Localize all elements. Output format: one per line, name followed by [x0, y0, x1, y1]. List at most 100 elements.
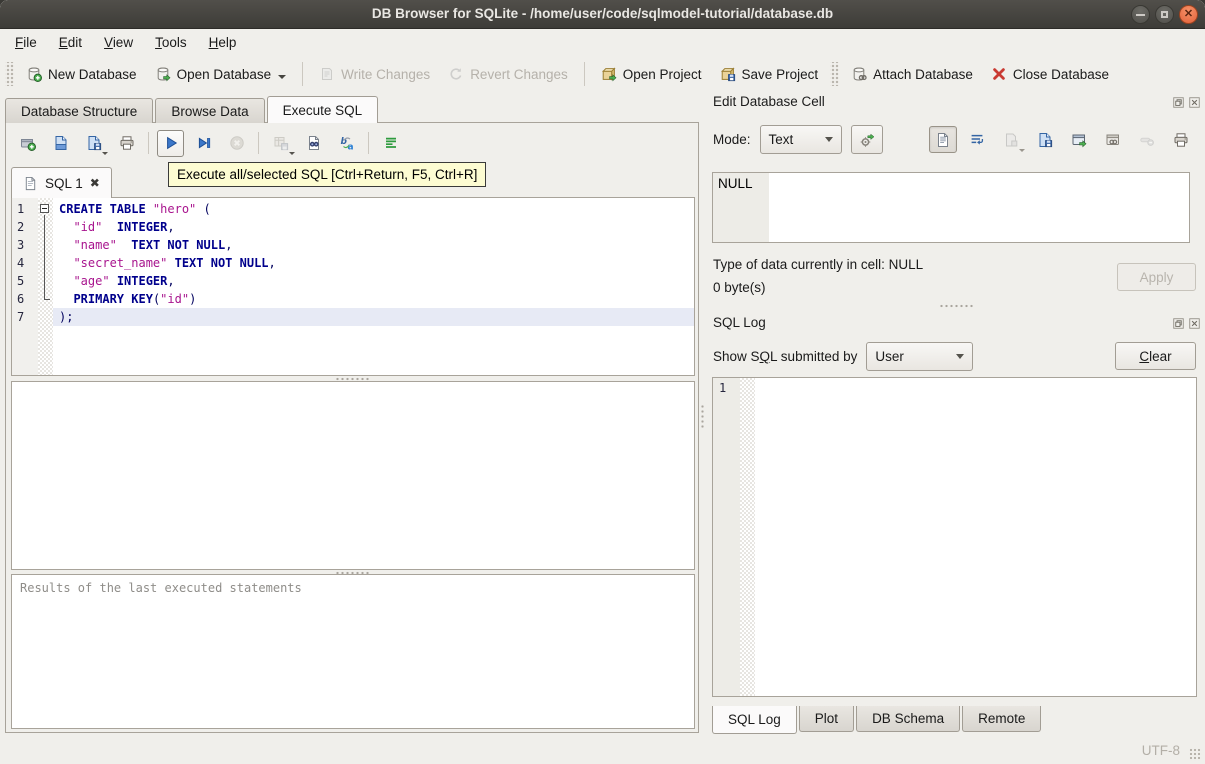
db-open-icon	[155, 66, 171, 82]
editor-line-6[interactable]: 6 PRIMARY KEY("id")	[12, 290, 694, 308]
sql-tab-label: SQL 1	[45, 175, 83, 191]
editor-line-4[interactable]: 4 "secret_name" TEXT NOT NULL,	[12, 254, 694, 272]
attach-database-button[interactable]: Attach Database	[842, 61, 982, 87]
execute-current-line-button[interactable]	[190, 130, 217, 157]
main-toolbar: New Database Open Database Write Changes Re…	[0, 56, 1205, 92]
close-database-button[interactable]: Close Database	[982, 61, 1118, 87]
title-bar: DB Browser for SQLite - /home/user/code/…	[0, 0, 1205, 29]
execute-sql-panel: ba SQL 1 ✖ 1 CREATE TABLE "hero" (2 "id" …	[5, 122, 699, 733]
dock-tab-plot[interactable]: Plot	[798, 706, 855, 732]
tab-database-structure[interactable]: Database Structure	[5, 98, 154, 123]
execute-all-button[interactable]	[157, 129, 184, 157]
export-data-button[interactable]	[1031, 126, 1059, 153]
word-wrap-button[interactable]	[963, 126, 991, 153]
maximize-button[interactable]	[1155, 5, 1174, 24]
sql-file-icon	[23, 176, 38, 191]
float-dock-icon[interactable]	[1172, 317, 1185, 330]
menu-view[interactable]: View	[93, 30, 144, 56]
open-project-label: Open Project	[622, 66, 702, 82]
chevron-down-icon	[824, 137, 833, 142]
open-linked-window-button[interactable]	[1099, 126, 1127, 153]
cell-toolbar	[929, 126, 1195, 153]
execute-tooltip: Execute all/selected SQL [Ctrl+Return, F…	[168, 162, 487, 187]
minimize-button[interactable]	[1131, 5, 1150, 24]
menu-edit[interactable]: Edit	[48, 30, 93, 56]
open-database-button[interactable]: Open Database	[146, 61, 296, 87]
apply-mode-button[interactable]	[850, 125, 883, 154]
stop-execution-button[interactable]	[223, 130, 250, 157]
find-button[interactable]	[300, 130, 327, 157]
float-dock-icon[interactable]	[1172, 96, 1185, 109]
sql-tab-close-icon[interactable]: ✖	[90, 177, 100, 189]
fold-marker[interactable]	[38, 200, 53, 218]
project-open-icon	[601, 66, 617, 82]
encoding-indicator: UTF-8	[1141, 743, 1180, 758]
dock-tab-sql-log[interactable]: SQL Log	[712, 706, 797, 734]
close-button[interactable]: ✕	[1179, 5, 1198, 24]
find-replace-button[interactable]: ba	[333, 130, 360, 157]
dock-tab-remote[interactable]: Remote	[962, 706, 1042, 732]
sql-log-title: SQL Log	[713, 315, 766, 330]
log-filter-combo[interactable]: User	[866, 342, 974, 371]
save-sql-file-button[interactable]	[80, 130, 108, 157]
cell-value-editor[interactable]: NULL	[712, 172, 1190, 243]
editor-line-2[interactable]: 2 "id" INTEGER,	[12, 218, 694, 236]
editor-lines: 1 CREATE TABLE "hero" (2 "id" INTEGER, 3 "…	[12, 200, 694, 326]
set-as-null-button[interactable]	[1133, 126, 1161, 153]
tab-browse-data[interactable]: Browse Data	[155, 98, 265, 123]
mode-combo[interactable]: Text	[759, 125, 842, 154]
print-cell-button[interactable]	[1167, 126, 1195, 153]
dock-tab-db-schema[interactable]: DB Schema	[856, 706, 961, 732]
write-changes-label: Write Changes	[341, 66, 431, 82]
close-dock-icon[interactable]	[1188, 96, 1201, 109]
sql-log-editor[interactable]: 1	[712, 377, 1197, 697]
dock-splitter[interactable]	[706, 303, 1205, 308]
open-project-button[interactable]: Open Project	[592, 61, 711, 87]
menu-file[interactable]: File	[4, 30, 48, 56]
edit-cell-title: Edit Database Cell	[713, 94, 825, 109]
import-data-button[interactable]	[997, 126, 1025, 153]
attach-db-icon	[851, 66, 867, 82]
dropdown-caret-icon[interactable]	[102, 151, 108, 155]
panel-splitter[interactable]	[700, 404, 705, 430]
editor-line-5[interactable]: 5 "age" INTEGER,	[12, 272, 694, 290]
clear-log-button[interactable]: Clear	[1115, 342, 1196, 370]
dropdown-caret-icon[interactable]	[278, 75, 287, 79]
code-text: "age" INTEGER,	[73, 274, 175, 288]
edit-cell-dock-buttons	[1172, 96, 1201, 109]
dropdown-caret-icon[interactable]	[289, 151, 295, 155]
fold-marker	[38, 290, 53, 308]
sql-document-tab[interactable]: SQL 1 ✖	[11, 167, 112, 198]
save-project-button[interactable]: Save Project	[711, 61, 828, 87]
toolbar-separator	[148, 132, 149, 154]
close-db-icon	[991, 66, 1007, 82]
save-results-button[interactable]	[267, 130, 295, 157]
editor-line-1[interactable]: 1 CREATE TABLE "hero" (	[12, 200, 694, 218]
main-tab-bar: Database Structure Browse Data Execute SQL	[5, 96, 380, 123]
print-sql-button[interactable]	[113, 130, 140, 157]
write-changes-button[interactable]: Write Changes	[310, 61, 439, 87]
menu-help[interactable]: Help	[198, 30, 248, 56]
format-sql-button[interactable]	[377, 130, 404, 157]
db-new-icon	[26, 66, 42, 82]
revert-changes-button[interactable]: Revert Changes	[439, 61, 577, 87]
tab-execute-sql[interactable]: Execute SQL	[266, 96, 379, 123]
mode-combo-value: Text	[768, 132, 794, 147]
project-save-icon	[720, 66, 736, 82]
editor-line-7[interactable]: 7);	[12, 308, 694, 326]
editor-line-3[interactable]: 3 "name" TEXT NOT NULL,	[12, 236, 694, 254]
text-mode-button[interactable]	[929, 126, 957, 153]
open-in-external-button[interactable]	[1065, 126, 1093, 153]
open-sql-file-button[interactable]	[47, 130, 74, 157]
resize-grip[interactable]	[1189, 748, 1202, 761]
sql-editor[interactable]: 1 CREATE TABLE "hero" (2 "id" INTEGER, 3 "…	[11, 197, 695, 376]
apply-button[interactable]: Apply	[1117, 263, 1196, 291]
revert-changes-label: Revert Changes	[470, 66, 568, 82]
line-number: 7	[17, 310, 25, 324]
line-number: 3	[17, 238, 25, 252]
new-sql-tab-button[interactable]	[14, 130, 41, 157]
menu-tools[interactable]: Tools	[144, 30, 198, 56]
close-dock-icon[interactable]	[1188, 317, 1201, 330]
new-database-button[interactable]: New Database	[17, 61, 146, 87]
code-text: "secret_name" TEXT NOT NULL,	[73, 256, 276, 270]
